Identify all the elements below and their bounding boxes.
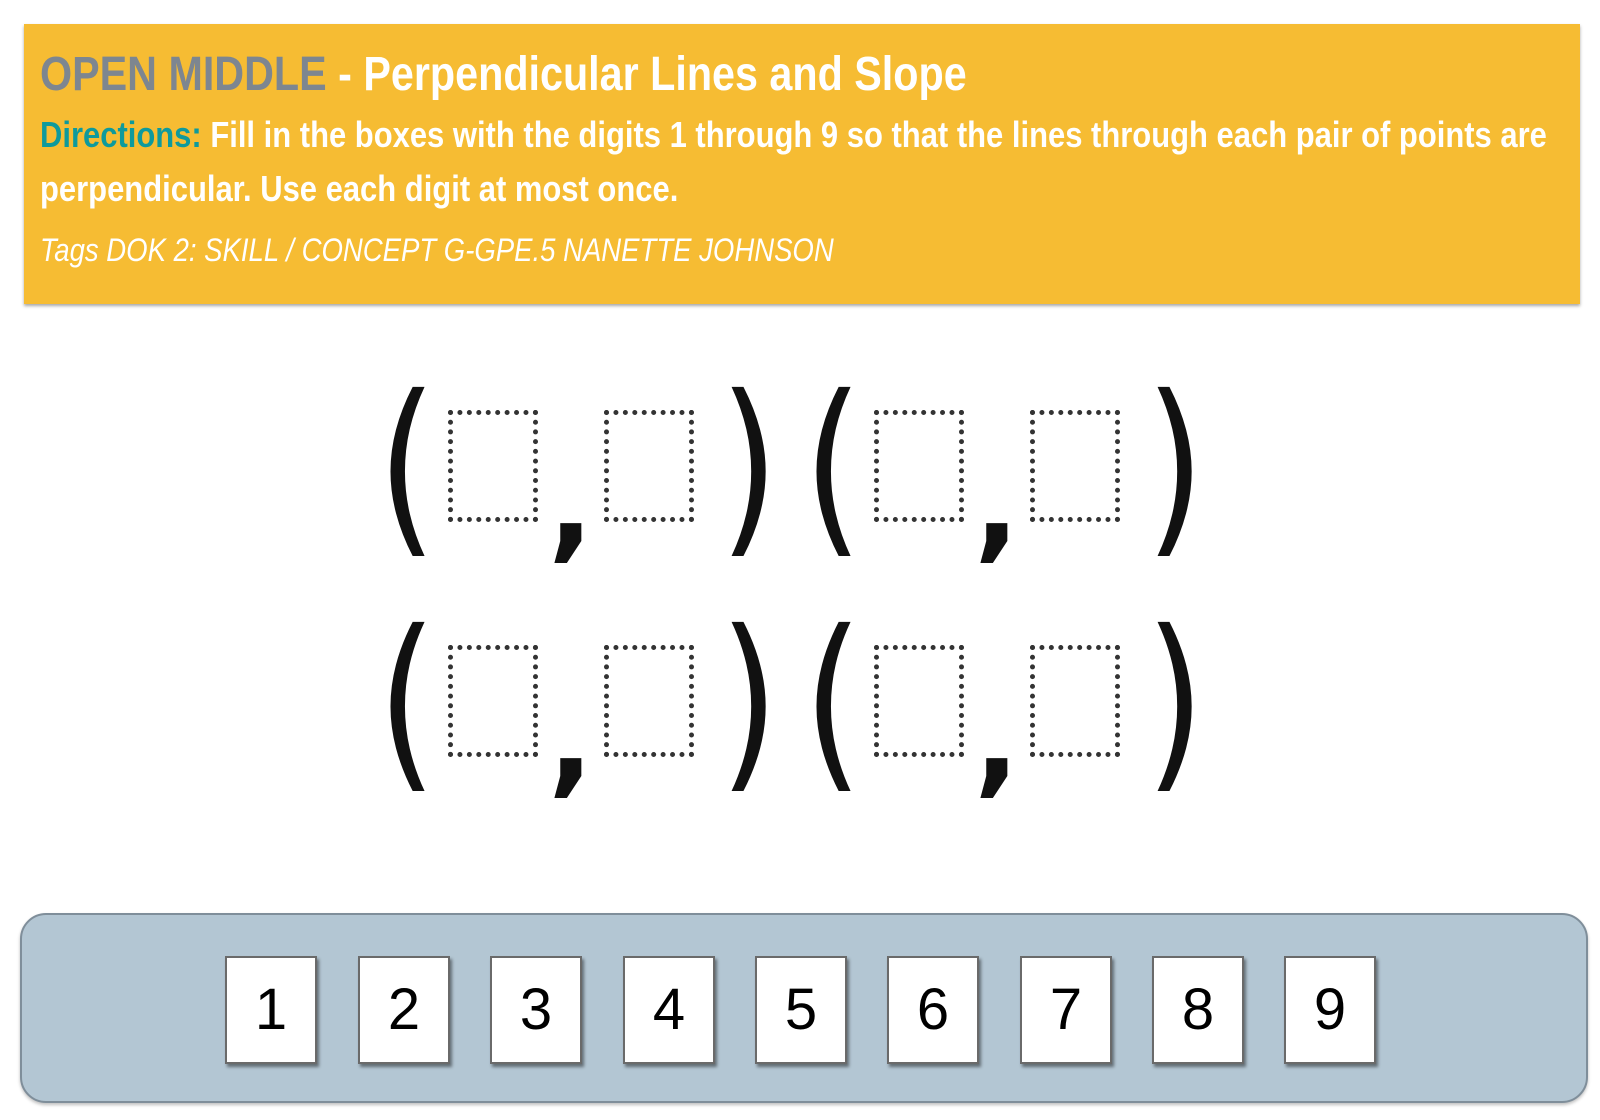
answer-box[interactable]: [604, 410, 694, 522]
directions-text: Fill in the boxes with the digits 1 thro…: [40, 114, 1547, 209]
comma: ,: [974, 671, 1020, 810]
tags-line: Tags DOK 2: SKILL / CONCEPT G-GPE.5 NANE…: [40, 232, 834, 268]
title-text: Perpendicular Lines and Slope: [363, 48, 967, 101]
comma: ,: [548, 671, 594, 810]
point-pair-row-2: ( , ) ( , ): [0, 606, 1600, 810]
open-paren: (: [803, 590, 863, 811]
directions-label: Directions:: [40, 114, 202, 155]
title-separator: -: [326, 48, 364, 101]
close-paren: ): [1145, 355, 1205, 576]
answer-box[interactable]: [1030, 410, 1120, 522]
open-paren: (: [377, 590, 437, 811]
comma: ,: [548, 436, 594, 575]
answer-box[interactable]: [874, 645, 964, 757]
open-paren: (: [803, 355, 863, 576]
answer-box[interactable]: [448, 410, 538, 522]
digit-tile-9[interactable]: 9: [1284, 956, 1376, 1064]
point-pair-row-1: ( , ) ( , ): [0, 371, 1600, 575]
close-paren: ): [719, 590, 779, 811]
header-banner: OPEN MIDDLE - Perpendicular Lines and Sl…: [24, 24, 1580, 304]
answer-box[interactable]: [448, 645, 538, 757]
answer-box[interactable]: [874, 410, 964, 522]
open-paren: (: [377, 355, 437, 576]
worksheet-page: OPEN MIDDLE - Perpendicular Lines and Sl…: [0, 0, 1600, 1120]
digit-tile-5[interactable]: 5: [755, 956, 847, 1064]
answer-box[interactable]: [604, 645, 694, 757]
digit-tile-7[interactable]: 7: [1020, 956, 1112, 1064]
close-paren: ): [1145, 590, 1205, 811]
comma: ,: [974, 436, 1020, 575]
digit-tile-3[interactable]: 3: [490, 956, 582, 1064]
close-paren: ): [719, 355, 779, 576]
digit-tile-6[interactable]: 6: [887, 956, 979, 1064]
digit-tile-2[interactable]: 2: [358, 956, 450, 1064]
answer-box[interactable]: [1030, 645, 1120, 757]
digit-tile-8[interactable]: 8: [1152, 956, 1244, 1064]
page-title: OPEN MIDDLE - Perpendicular Lines and Sl…: [40, 44, 1351, 106]
digit-tile-1[interactable]: 1: [225, 956, 317, 1064]
brand-label: OPEN MIDDLE: [40, 48, 327, 101]
directions: Directions: Fill in the boxes with the d…: [40, 108, 1571, 216]
digit-tile-4[interactable]: 4: [623, 956, 715, 1064]
